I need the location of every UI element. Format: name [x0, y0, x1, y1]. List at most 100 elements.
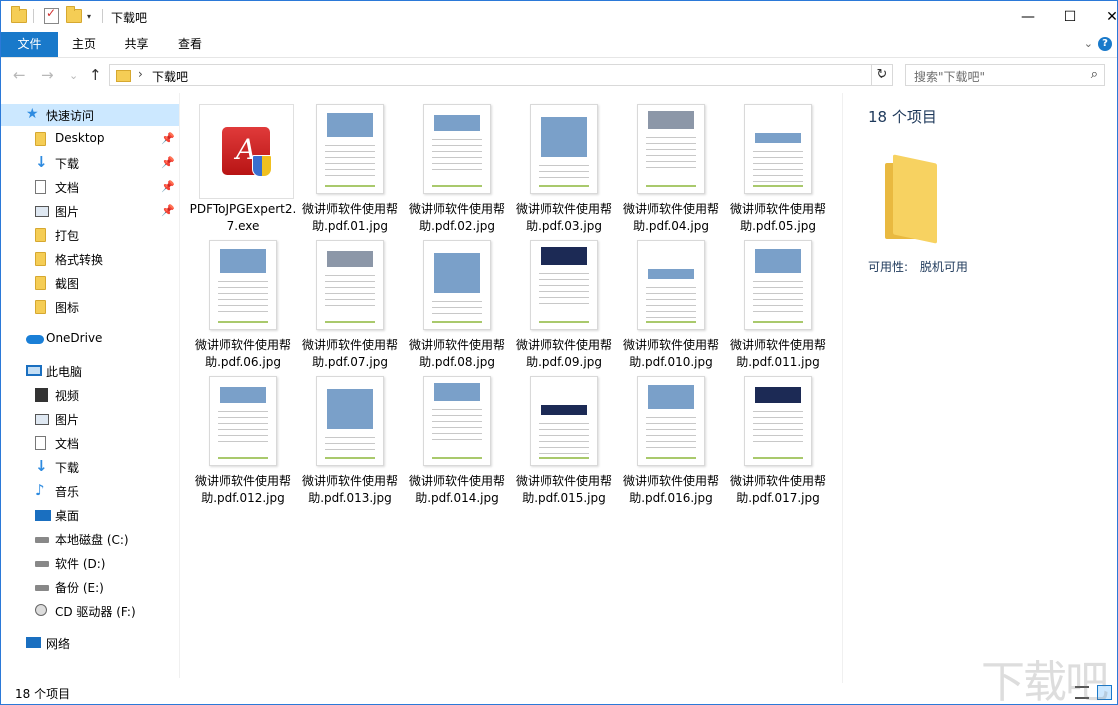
folder-icon: [35, 300, 46, 314]
sidebar-item[interactable]: ↓ 下载: [1, 456, 179, 478]
sidebar-item[interactable]: Desktop 📌: [1, 128, 179, 150]
sidebar-item-label: 备份 (E:): [55, 581, 104, 595]
image-thumbnail: [637, 104, 705, 194]
file-item[interactable]: 微讲师软件使用帮助.pdf.014.jpg: [405, 373, 509, 505]
tab-home[interactable]: 主页: [58, 32, 110, 57]
sidebar-item-label: 文档: [55, 181, 80, 195]
search-input[interactable]: 搜索"下载吧" ⌕: [905, 64, 1105, 86]
image-thumbnail: [423, 104, 491, 194]
music-icon: ♪: [35, 481, 45, 499]
maximize-button[interactable]: ☐: [1047, 1, 1093, 32]
file-item[interactable]: 微讲师软件使用帮助.pdf.017.jpg: [726, 373, 830, 505]
forward-arrow-icon[interactable]: →: [41, 66, 54, 84]
document-icon: [35, 436, 46, 450]
explorer-window: ▾ 下载吧 —☐✕ 文件 主页 共享 查看 ⌄ ? ← → ⌄ ↑ › 下载: [0, 0, 1118, 705]
tab-file[interactable]: 文件: [1, 32, 58, 57]
sidebar-item[interactable]: 打包: [1, 224, 179, 246]
pin-icon[interactable]: 📌: [161, 132, 175, 145]
file-item[interactable]: 微讲师软件使用帮助.pdf.016.jpg: [619, 373, 723, 505]
sidebar-item[interactable]: CD 驱动器 (F:): [1, 600, 179, 622]
drive-icon: [35, 537, 49, 543]
file-name: 微讲师软件使用帮助.pdf.016.jpg: [622, 474, 719, 505]
image-thumbnail: [530, 376, 598, 466]
up-arrow-icon[interactable]: ↑: [89, 66, 102, 84]
file-item[interactable]: 微讲师软件使用帮助.pdf.01.jpg: [298, 101, 402, 233]
search-icon[interactable]: ⌕: [1091, 67, 1098, 82]
sidebar-item[interactable]: 网络: [1, 632, 179, 654]
sidebar-item[interactable]: 视频: [1, 384, 179, 406]
sidebar-item[interactable]: ↓ 下载 📌: [1, 152, 179, 174]
sidebar-item[interactable]: 备份 (E:): [1, 576, 179, 598]
drive-icon: [35, 561, 49, 567]
uac-shield-icon: [252, 155, 272, 177]
file-name: 微讲师软件使用帮助.pdf.01.jpg: [301, 202, 398, 233]
sidebar-item[interactable]: 文档 📌: [1, 176, 179, 198]
sidebar-item[interactable]: 图标: [1, 296, 179, 318]
image-thumbnail: [423, 240, 491, 330]
file-name: 微讲师软件使用帮助.pdf.08.jpg: [408, 338, 505, 369]
file-item[interactable]: 微讲师软件使用帮助.pdf.02.jpg: [405, 101, 509, 233]
sidebar-item-label: 本地磁盘 (C:): [55, 533, 129, 547]
sidebar-item[interactable]: OneDrive: [1, 328, 179, 350]
quick-access-dropdown-icon[interactable]: ▾: [87, 7, 91, 25]
separator: [33, 7, 34, 25]
availability-label: 可用性:: [868, 260, 909, 274]
file-name: 微讲师软件使用帮助.pdf.011.jpg: [729, 338, 826, 369]
pin-icon[interactable]: 📌: [161, 156, 175, 169]
address-path[interactable]: 下载吧: [152, 68, 188, 85]
sidebar-item[interactable]: 桌面: [1, 504, 179, 526]
tab-share[interactable]: 共享: [110, 32, 163, 57]
file-item[interactable]: 微讲师软件使用帮助.pdf.03.jpg: [512, 101, 616, 233]
sidebar-item[interactable]: 文档: [1, 432, 179, 454]
file-item[interactable]: 微讲师软件使用帮助.pdf.011.jpg: [726, 237, 830, 369]
sidebar-item[interactable]: ★ 快速访问: [1, 104, 179, 126]
file-item[interactable]: 微讲师软件使用帮助.pdf.013.jpg: [298, 373, 402, 505]
availability-value: 脱机可用: [919, 260, 968, 274]
file-item[interactable]: 微讲师软件使用帮助.pdf.06.jpg: [191, 237, 295, 369]
chevron-right-icon[interactable]: ›: [138, 67, 143, 81]
file-item[interactable]: 微讲师软件使用帮助.pdf.08.jpg: [405, 237, 509, 369]
title-bar: ▾ 下载吧 —☐✕: [1, 1, 1117, 32]
properties-check-icon[interactable]: [44, 6, 59, 25]
sidebar-item[interactable]: 图片 📌: [1, 200, 179, 222]
sidebar-item[interactable]: 软件 (D:): [1, 552, 179, 574]
star-icon: ★: [26, 106, 39, 122]
pane-divider[interactable]: [179, 93, 180, 678]
pin-icon[interactable]: 📌: [161, 180, 175, 193]
sidebar-item[interactable]: 图片: [1, 408, 179, 430]
sidebar-item-label: CD 驱动器 (F:): [55, 605, 136, 619]
file-item[interactable]: 微讲师软件使用帮助.pdf.012.jpg: [191, 373, 295, 505]
close-button[interactable]: ✕: [1089, 1, 1117, 32]
expand-ribbon-icon[interactable]: ⌄: [1084, 37, 1093, 50]
address-bar[interactable]: › 下载吧 ⌄: [109, 64, 893, 86]
sidebar-item[interactable]: 本地磁盘 (C:): [1, 528, 179, 550]
tab-view[interactable]: 查看: [163, 32, 217, 57]
help-icon[interactable]: ?: [1098, 37, 1112, 51]
folder-icon: [35, 252, 46, 266]
pictures-icon: [35, 414, 49, 425]
sidebar-item[interactable]: ♪ 音乐: [1, 480, 179, 502]
sidebar-item-label: 视频: [55, 389, 80, 403]
sidebar-item-label: 快速访问: [46, 109, 95, 123]
file-name: 微讲师软件使用帮助.pdf.06.jpg: [194, 338, 291, 369]
pin-icon[interactable]: 📌: [161, 204, 175, 217]
file-item[interactable]: 微讲师软件使用帮助.pdf.09.jpg: [512, 237, 616, 369]
file-item[interactable]: 微讲师软件使用帮助.pdf.010.jpg: [619, 237, 723, 369]
recent-locations-icon[interactable]: ⌄: [69, 69, 78, 82]
back-arrow-icon[interactable]: ←: [13, 66, 26, 84]
sidebar-item[interactable]: 此电脑: [1, 360, 179, 382]
sidebar-item[interactable]: 截图: [1, 272, 179, 294]
new-folder-icon[interactable]: [66, 6, 82, 25]
minimize-button[interactable]: —: [1005, 1, 1051, 32]
file-item[interactable]: PDFToJPGExpert2.7.exe: [190, 101, 296, 233]
file-name: 微讲师软件使用帮助.pdf.012.jpg: [194, 474, 291, 505]
file-item[interactable]: 微讲师软件使用帮助.pdf.07.jpg: [298, 237, 402, 369]
refresh-button[interactable]: ↻: [871, 64, 893, 86]
file-item[interactable]: 微讲师软件使用帮助.pdf.05.jpg: [726, 101, 830, 233]
sidebar-item-label: 桌面: [55, 509, 80, 523]
sidebar-item[interactable]: 格式转换: [1, 248, 179, 270]
drive-icon: [35, 585, 49, 591]
file-item[interactable]: 微讲师软件使用帮助.pdf.04.jpg: [619, 101, 723, 233]
details-pane: 18 个项目 可用性: 脱机可用: [842, 93, 1117, 683]
file-item[interactable]: 微讲师软件使用帮助.pdf.015.jpg: [512, 373, 616, 505]
